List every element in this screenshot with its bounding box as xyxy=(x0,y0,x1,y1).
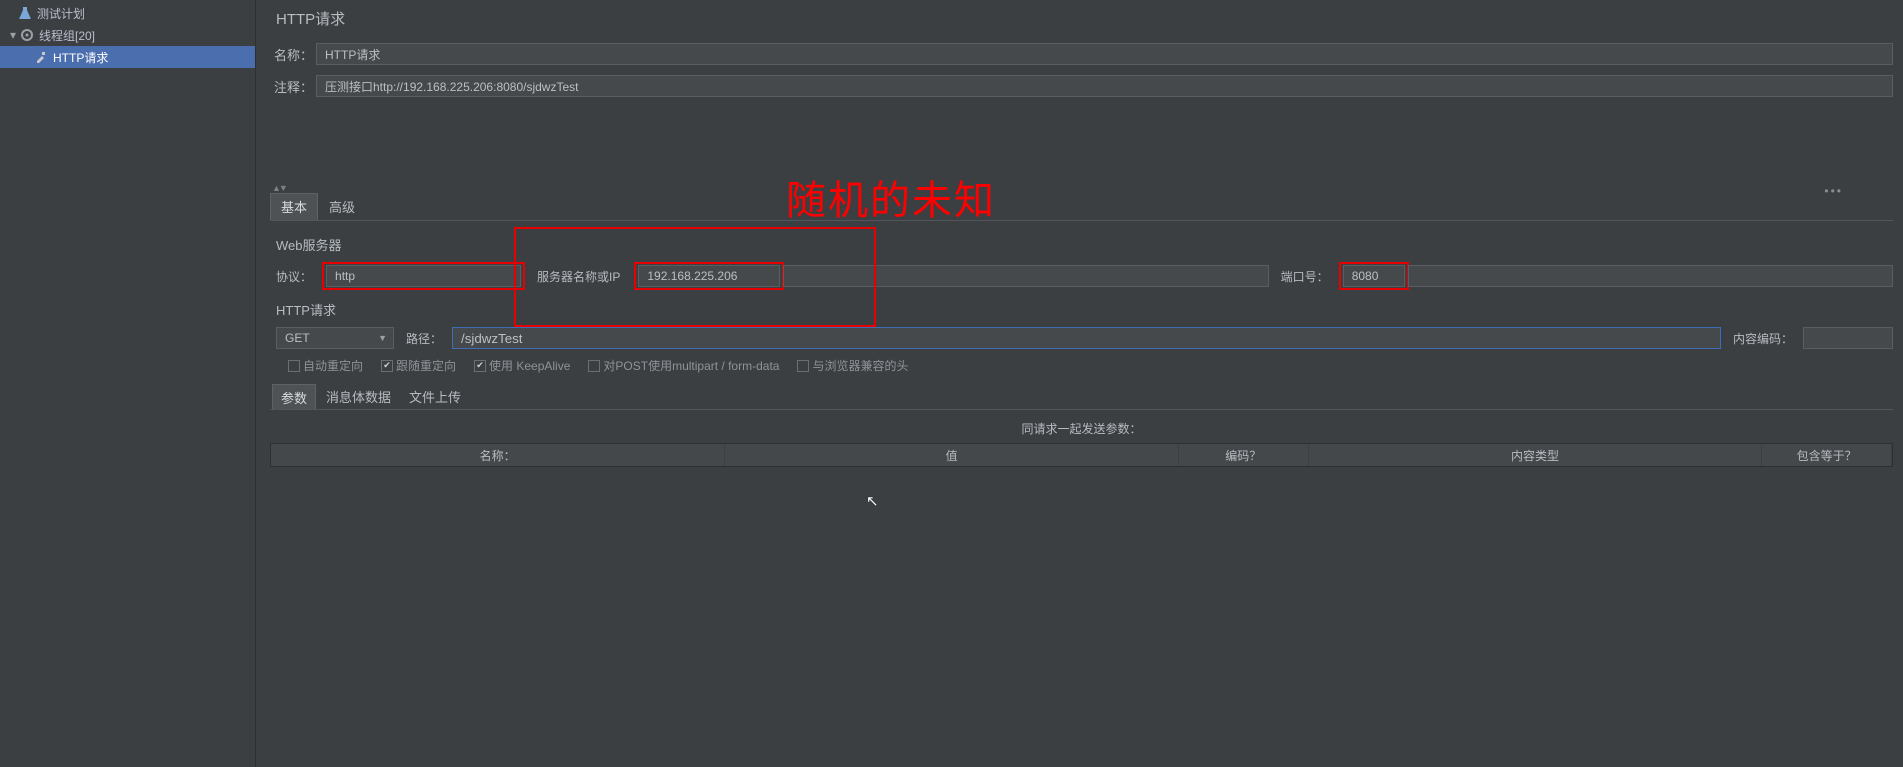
path-label: 路径： xyxy=(406,330,442,347)
highlight-port xyxy=(1339,262,1409,290)
params-table: 名称： 值 编码？ 内容类型 包含等于？ xyxy=(270,443,1893,467)
pipette-icon xyxy=(34,50,48,64)
row-web-server: 协议： 服务器名称或IP 端口号： xyxy=(276,262,1893,290)
gear-icon xyxy=(20,28,34,42)
method-value: GET xyxy=(285,331,378,345)
ptab-params[interactable]: 参数 xyxy=(272,384,316,410)
path-field[interactable] xyxy=(452,327,1721,349)
tree-thread-group[interactable]: ▾ 线程组[20] xyxy=(0,24,255,46)
name-label: 名称： xyxy=(270,45,316,64)
name-field[interactable] xyxy=(316,43,1893,65)
chk-browser-headers[interactable] xyxy=(797,360,809,372)
protocol-field[interactable] xyxy=(326,265,521,287)
tree-http-request[interactable]: HTTP请求 xyxy=(0,46,255,68)
section-http-request: HTTP请求 xyxy=(276,300,1893,319)
tree-test-plan[interactable]: ▶ 测试计划 xyxy=(0,2,255,24)
tree-sidebar: ▶ 测试计划 ▾ 线程组[20] HTTP请求 xyxy=(0,0,256,767)
tab-basic[interactable]: 基本 xyxy=(270,193,318,220)
tree-thread-group-label: 线程组[20] xyxy=(39,27,95,44)
comment-field[interactable] xyxy=(316,75,1893,97)
server-label: 服务器名称或IP xyxy=(537,268,620,285)
row-options: 自动重定向 跟随重定向 使用 KeepAlive 对POST使用multipar… xyxy=(288,357,1893,374)
server-field[interactable] xyxy=(638,265,780,287)
section-web-server: Web服务器 xyxy=(276,235,1893,254)
lbl-auto-redirect: 自动重定向 xyxy=(303,357,363,374)
caret-down-icon: ▾ xyxy=(8,28,18,42)
config-tabs: 基本 高级 xyxy=(270,199,1893,221)
encoding-field[interactable] xyxy=(1803,327,1893,349)
enc-label: 内容编码： xyxy=(1733,330,1793,347)
collapse-handle-icon[interactable]: ▲▼ xyxy=(270,183,1893,197)
chk-follow-redirect[interactable] xyxy=(381,360,393,372)
highlight-server xyxy=(634,262,784,290)
chk-keepalive[interactable] xyxy=(474,360,486,372)
col-ctype[interactable]: 内容类型 xyxy=(1308,444,1762,466)
drag-handle-icon[interactable]: ••• xyxy=(1824,184,1843,198)
lbl-browser-headers: 与浏览器兼容的头 xyxy=(812,357,908,374)
port-label: 端口号： xyxy=(1281,268,1329,285)
chevron-down-icon: ▼ xyxy=(378,333,387,343)
main-panel: HTTP请求 名称： 注释： ▲▼ ••• 基本 高级 Web服务器 协议： 服… xyxy=(256,0,1903,767)
tree-test-plan-label: 测试计划 xyxy=(37,5,85,22)
server-field-ext[interactable] xyxy=(783,265,1268,287)
chk-auto-redirect[interactable] xyxy=(288,360,300,372)
caret-icon: ▶ xyxy=(6,6,16,20)
ptabs-underline xyxy=(270,409,1893,410)
col-name[interactable]: 名称： xyxy=(271,444,725,466)
highlight-protocol xyxy=(322,262,525,290)
chk-multipart[interactable] xyxy=(588,360,600,372)
params-table-body[interactable] xyxy=(270,467,1893,763)
col-encode[interactable]: 编码？ xyxy=(1178,444,1308,466)
protocol-label: 协议： xyxy=(276,268,312,285)
param-tabs: 参数 消息体数据 文件上传 xyxy=(272,384,1893,410)
row-comment: 注释： xyxy=(270,75,1893,97)
col-include[interactable]: 包含等于？ xyxy=(1762,444,1892,466)
ptab-files[interactable]: 文件上传 xyxy=(401,384,469,410)
app-root: ▶ 测试计划 ▾ 线程组[20] HTTP请求 HTTP请求 名称： xyxy=(0,0,1903,767)
port-field-ext[interactable] xyxy=(1408,265,1893,287)
lbl-keepalive: 使用 KeepAlive xyxy=(489,357,570,374)
tab-advanced[interactable]: 高级 xyxy=(318,193,366,220)
tree-http-request-label: HTTP请求 xyxy=(53,49,108,66)
method-select[interactable]: GET ▼ xyxy=(276,327,394,349)
row-name: 名称： xyxy=(270,43,1893,65)
comment-label: 注释： xyxy=(270,77,316,96)
col-value[interactable]: 值 xyxy=(725,444,1179,466)
page-title: HTTP请求 xyxy=(276,8,1893,29)
ptab-body[interactable]: 消息体数据 xyxy=(318,384,399,410)
row-http-request: GET ▼ 路径： 内容编码： xyxy=(276,327,1893,349)
lbl-follow-redirect: 跟随重定向 xyxy=(396,357,456,374)
table-caption: 同请求一起发送参数： xyxy=(270,420,1893,437)
port-field[interactable] xyxy=(1343,265,1405,287)
lbl-multipart: 对POST使用multipart / form-data xyxy=(603,357,779,374)
flask-icon xyxy=(18,6,32,20)
spacer xyxy=(270,107,1893,183)
